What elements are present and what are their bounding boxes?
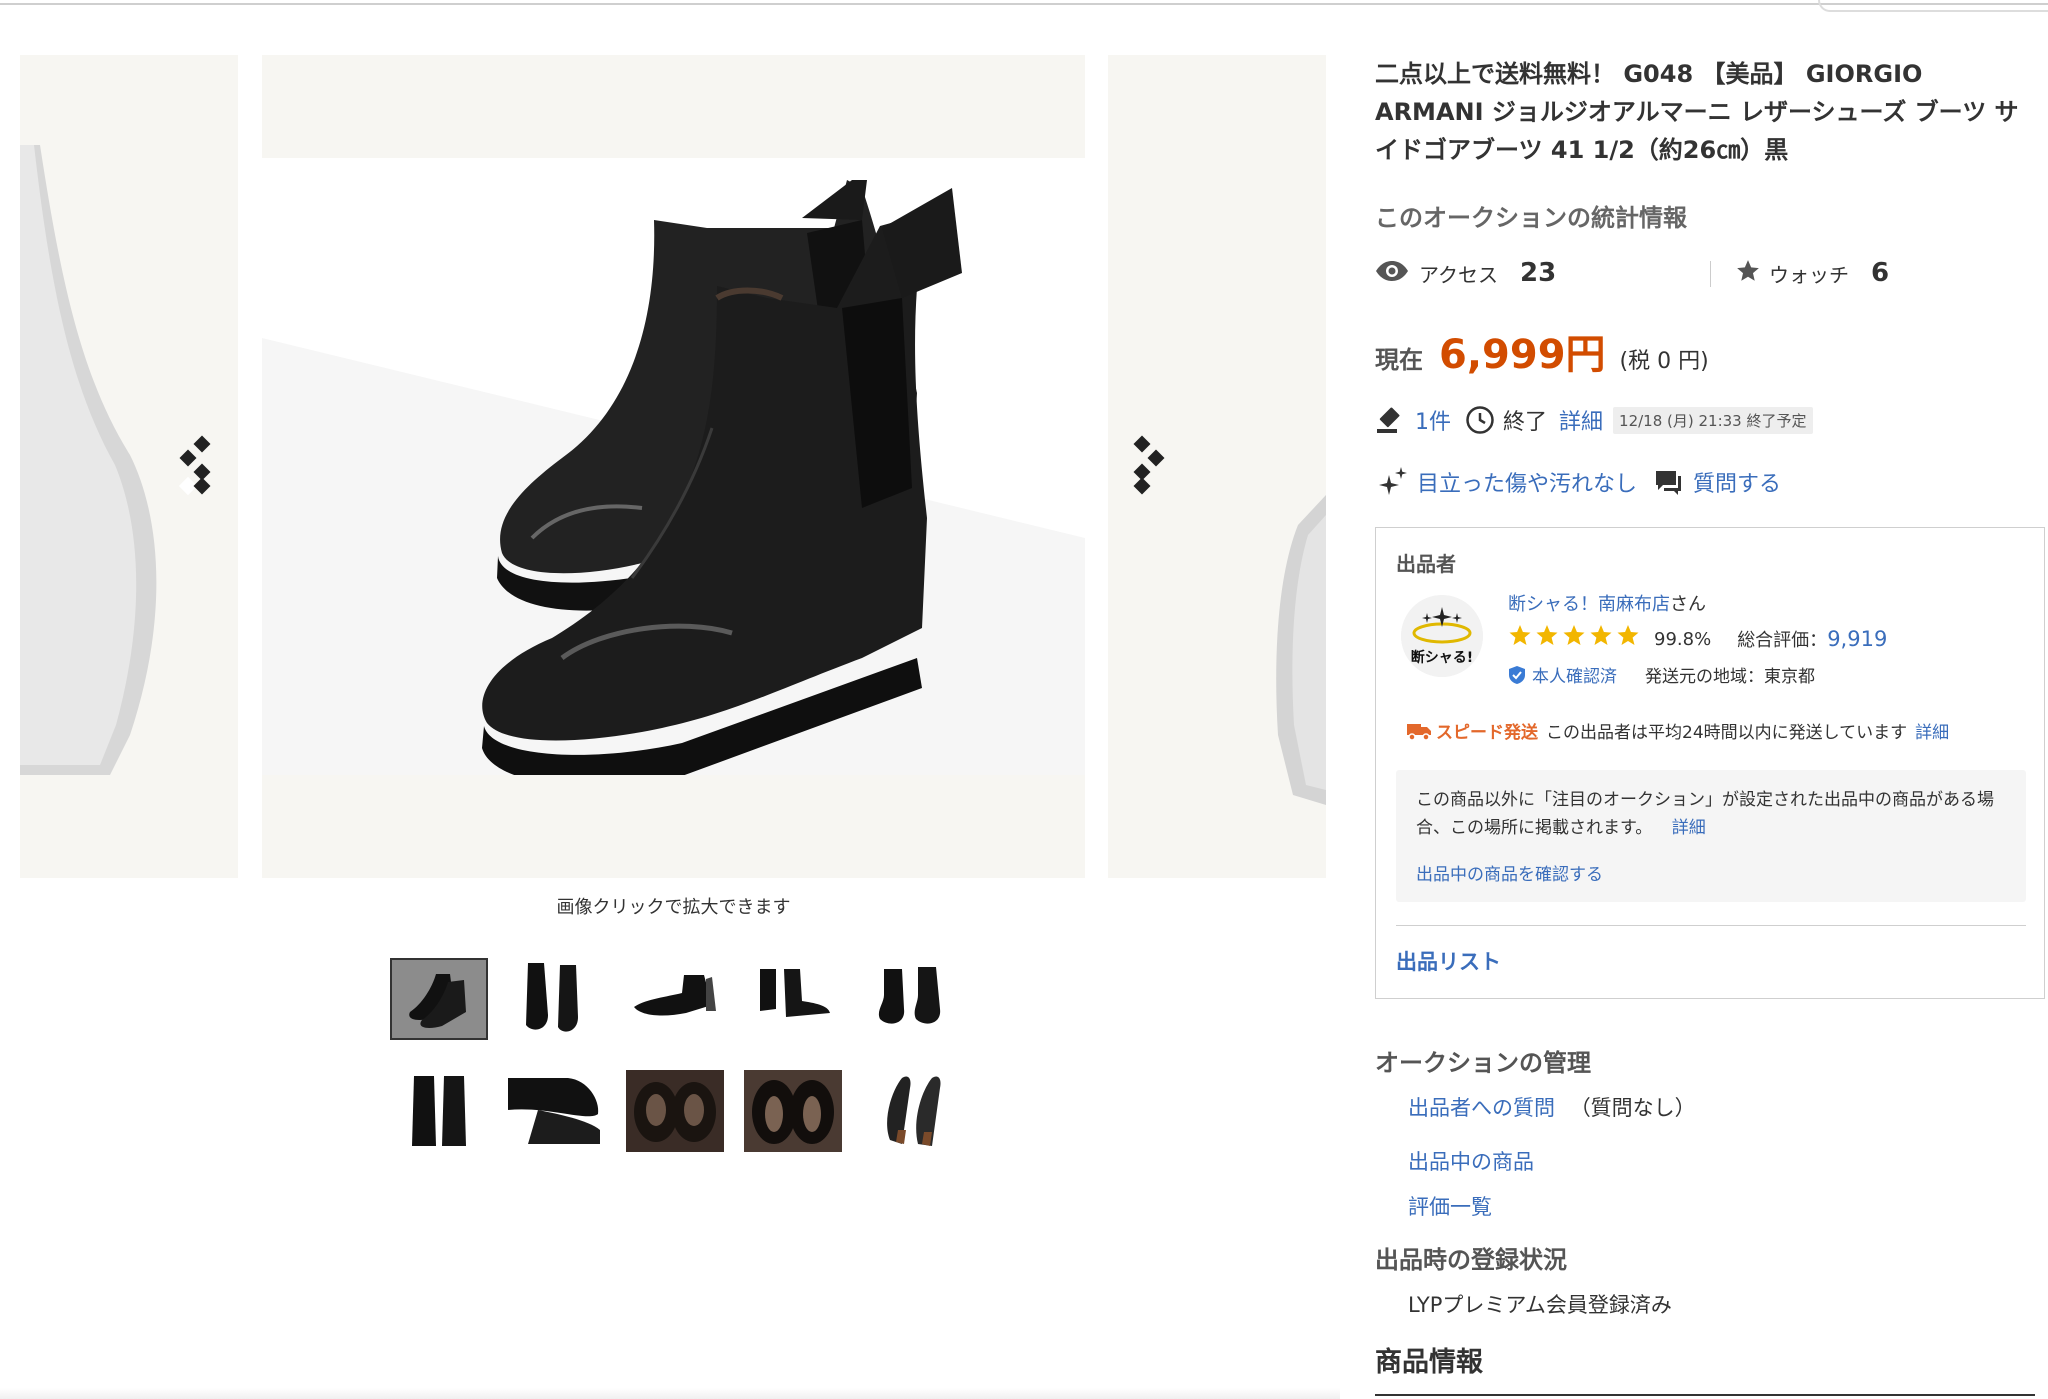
product-info-heading: 商品情報 — [1375, 1347, 1483, 1378]
thumbnail[interactable] — [390, 958, 488, 1040]
auction-stats: アクセス 23 ウォッチ 6 — [1375, 253, 2035, 293]
ask-question-link[interactable]: 質問する — [1693, 466, 1781, 498]
total-rating-value[interactable]: 9,919 — [1827, 627, 1887, 651]
rating-star — [1563, 625, 1585, 645]
bid-count[interactable]: 1件 — [1415, 404, 1451, 436]
rating-star — [1509, 625, 1531, 645]
reviews-link[interactable]: 評価一覧 — [1408, 1191, 1492, 1221]
thumbnail[interactable] — [744, 955, 842, 1037]
seller-name-suffix: さん — [1670, 594, 1706, 615]
clock-icon — [1465, 405, 1495, 435]
gallery-prev-arrow[interactable] — [168, 430, 228, 510]
rating-star — [1617, 625, 1639, 645]
seller-name-row: 断シャる！南麻布店 さん — [1508, 590, 1706, 616]
truck-icon — [1406, 721, 1432, 741]
seller-question-link[interactable]: 出品者への質問 — [1408, 1096, 1555, 1120]
notice-detail-link[interactable]: 詳細 — [1672, 818, 1706, 838]
seller-name-link[interactable]: 断シャる！南麻布店 — [1508, 590, 1670, 616]
access-stat: アクセス 23 — [1375, 253, 1556, 293]
star-icon — [1735, 258, 1761, 289]
current-price-row: 現在 6,999円 (税 0 円) — [1375, 322, 1709, 378]
thumbnail[interactable] — [390, 1070, 488, 1152]
end-label: 終了 — [1503, 410, 1548, 435]
seller-list-link[interactable]: 出品リスト — [1396, 946, 1501, 976]
seller-box: 出品者 断シャる! 断シャる！南麻布店 さん 99.8% 総合評価： 9,919… — [1375, 527, 2045, 999]
access-label: アクセス — [1419, 262, 1498, 287]
thumbnail[interactable] — [508, 955, 606, 1037]
seller-avatar-text: 断シャる! — [1410, 650, 1474, 666]
access-count: 23 — [1520, 258, 1557, 288]
listing-title: 二点以上で送料無料！ G048 【美品】 GIORGIO ARMANI ジョルジ… — [1375, 60, 2019, 164]
verified-label[interactable]: 本人確認済 — [1532, 662, 1617, 687]
chat-bubble-icon — [1653, 467, 1683, 497]
top-right-tab-edge — [1818, 0, 2048, 12]
seller-avatar[interactable]: 断シャる! — [1401, 595, 1483, 677]
management-heading: オークションの管理 — [1375, 1049, 1591, 1077]
stats-divider — [1710, 261, 1711, 287]
seller-heading: 出品者 — [1396, 552, 1456, 576]
watch-count: 6 — [1871, 258, 1890, 288]
question-row: 出品者への質問 （質問なし） — [1408, 1092, 1696, 1122]
thumbnail[interactable] — [744, 1070, 842, 1152]
eye-icon — [1375, 260, 1409, 287]
gallery-caption: 画像クリックで拡大できます — [556, 897, 791, 918]
rating-star — [1590, 625, 1612, 645]
top-border — [0, 0, 2048, 5]
product-info-underline — [1375, 1394, 2035, 1396]
current-price: 6,999円 — [1439, 332, 1606, 378]
thumbnail[interactable] — [626, 1070, 724, 1152]
seller-rating-row: 99.8% 総合評価： 9,919 — [1508, 624, 1887, 654]
price-tax: (税 0 円) — [1619, 349, 1709, 374]
bottom-shade — [0, 1388, 1340, 1399]
seller-verify-row: 本人確認済 発送元の地域：東京都 — [1508, 662, 1815, 687]
speed-shipping-row: スピード発送 この出品者は平均24時間以内に発送しています 詳細 — [1406, 718, 1949, 743]
stats-heading: このオークションの統計情報 — [1375, 204, 1687, 232]
speed-shipping-detail[interactable]: 詳細 — [1915, 718, 1949, 743]
verified-shield-icon — [1508, 665, 1526, 685]
gallery-next-arrow[interactable] — [1122, 430, 1182, 510]
rating-star — [1536, 625, 1558, 645]
sparkle-icon — [1375, 465, 1409, 499]
price-label: 現在 — [1375, 346, 1423, 374]
rating-stars — [1508, 624, 1644, 654]
bid-info-row: 1件 終了 詳細 12/18 (月) 21:33 終了予定 — [1375, 400, 1813, 440]
registration-heading: 出品時の登録状況 — [1375, 1246, 1567, 1274]
main-product-image[interactable] — [262, 158, 1085, 775]
rating-percentage: 99.8% — [1654, 628, 1712, 650]
watch-label: ウォッチ — [1769, 262, 1849, 287]
question-note: （質問なし） — [1569, 1096, 1696, 1120]
end-detail-link[interactable]: 詳細 — [1559, 404, 1603, 436]
thumbnail[interactable] — [626, 955, 724, 1037]
seller-divider — [1396, 925, 2026, 926]
gavel-icon — [1375, 405, 1405, 435]
registration-status: LYPプレミアム会員登録済み — [1408, 1293, 1672, 1317]
thumbnail[interactable] — [862, 1070, 960, 1152]
shipping-region: 発送元の地域：東京都 — [1645, 667, 1815, 687]
speed-shipping-text: この出品者は平均24時間以内に発送しています — [1546, 723, 1908, 743]
items-for-sale-link[interactable]: 出品中の商品 — [1408, 1146, 1534, 1176]
speed-shipping-label: スピード発送 — [1436, 723, 1538, 743]
total-rating-label: 総合評価： — [1737, 630, 1828, 651]
end-time-badge: 12/18 (月) 21:33 終了予定 — [1613, 406, 1813, 434]
features-row: 目立った傷や汚れなし 質問する — [1375, 462, 1781, 502]
thumbnail[interactable] — [862, 955, 960, 1037]
thumbnail[interactable] — [508, 1070, 606, 1152]
view-listings-link[interactable]: 出品中の商品を確認する — [1416, 860, 1603, 885]
watch-stat[interactable]: ウォッチ 6 — [1735, 253, 1889, 293]
condition-link[interactable]: 目立った傷や汚れなし — [1417, 466, 1637, 498]
